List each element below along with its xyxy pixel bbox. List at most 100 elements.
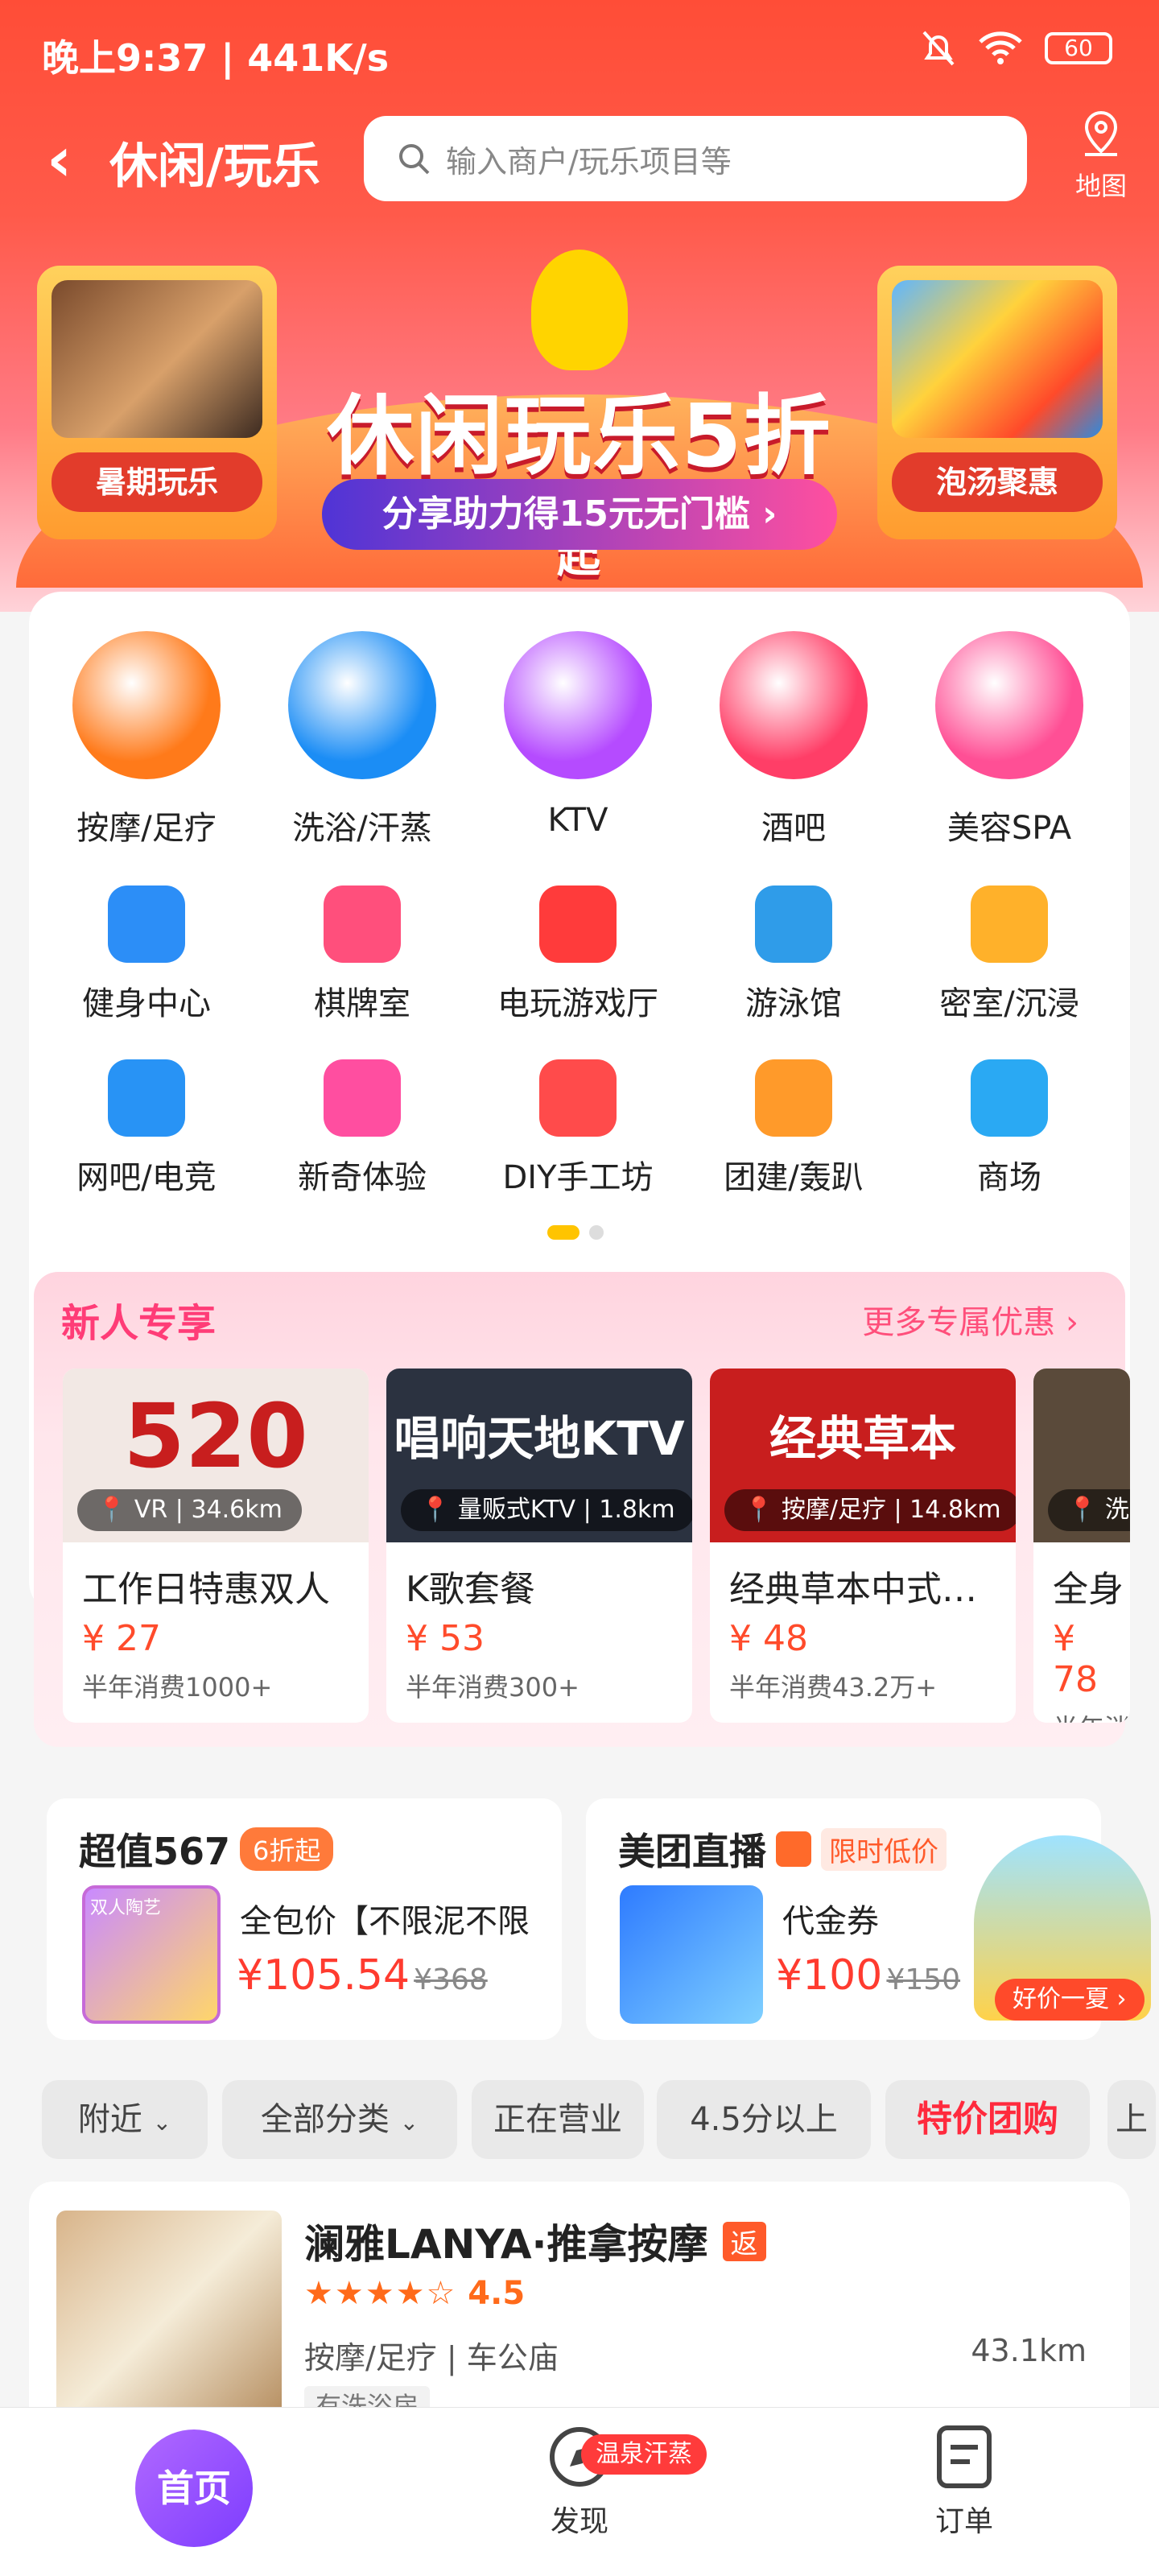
- shop-image: [56, 2211, 282, 2420]
- deal-location: 📍 量贩式KTV | 1.8km: [401, 1489, 692, 1531]
- search-input[interactable]: 输入商户/玩乐项目等: [364, 116, 1027, 201]
- search-placeholder: 输入商户/玩乐项目等: [446, 143, 732, 180]
- promo-card-value[interactable]: 超值567 6折起 双人陶艺 全包价【不限泥不限 ¥105.54 ¥368: [47, 1798, 562, 2040]
- filter-chip[interactable]: 全部分类 ⌄: [222, 2080, 457, 2159]
- promo-left-thumb: 双人陶艺: [82, 1885, 221, 2024]
- subcategory-5[interactable]: 网吧/电竞: [42, 1059, 251, 1198]
- subcategory-label: DIY手工坊: [502, 1159, 654, 1196]
- subcategory-3[interactable]: 游泳馆: [689, 886, 898, 1024]
- promo-right-button[interactable]: 好价一夏 ›: [995, 1979, 1145, 2021]
- mute-bell-icon: [922, 31, 955, 66]
- deal-price: ¥ 48: [729, 1618, 808, 1659]
- deal-image: 📍 洗浴: [1033, 1368, 1130, 1542]
- category-label: 美容SPA: [947, 810, 1072, 847]
- category-2[interactable]: KTV: [473, 631, 683, 839]
- filter-chip[interactable]: 正在营业: [472, 2080, 644, 2159]
- promo-left-item: 全包价【不限泥不限: [240, 1903, 530, 1940]
- subcategory-0[interactable]: 健身中心: [42, 886, 251, 1024]
- deal-card[interactable]: 经典草本 📍 按摩/足疗 | 14.8km 经典草本中式… ¥ 48 半年消费43.2万…: [710, 1368, 1016, 1723]
- category-label: KTV: [547, 802, 608, 839]
- subcategory-6[interactable]: 新奇体验: [258, 1059, 467, 1198]
- deal-image-text: [1033, 1368, 1130, 1401]
- subcategory-8[interactable]: 团建/轰趴: [689, 1059, 898, 1198]
- star-rating-icon: ★★★★☆: [304, 2275, 457, 2312]
- subcategory-icon: [755, 886, 832, 963]
- category-3[interactable]: 酒吧: [689, 631, 898, 848]
- deal-name: 工作日特惠双人: [82, 1569, 330, 1610]
- beer-icon: [720, 631, 868, 779]
- shop-rating-row: ★★★★☆ 4.5: [304, 2275, 525, 2312]
- promo-left-title: 超值567: [79, 1830, 231, 1873]
- shop-title-row: 澜雅LANYA·推拿按摩 返: [304, 2212, 766, 2270]
- status-icons: 60: [921, 29, 1112, 68]
- deal-image: 520 📍 VR | 34.6km: [63, 1368, 369, 1542]
- banner-right-card[interactable]: 泡汤聚惠: [877, 266, 1117, 539]
- promo-right-item: 代金券: [782, 1903, 879, 1940]
- discover-badge: 温泉汗蒸: [581, 2434, 707, 2475]
- back-button[interactable]: ‹: [47, 129, 72, 190]
- promo-right-header: 美团直播 限时低价: [618, 1823, 947, 1876]
- banner-left-card[interactable]: 暑期玩乐: [37, 266, 277, 539]
- chevron-down-icon: ⌄: [152, 2109, 172, 2136]
- banner-subtitle[interactable]: 分享助力得15元无门槛 ›: [322, 479, 837, 550]
- subcategory-4[interactable]: 密室/沉浸: [905, 886, 1114, 1024]
- tab-home[interactable]: 首页: [135, 2429, 253, 2547]
- deal-card[interactable]: 📍 洗浴全身 ¥ 78半年消费: [1033, 1368, 1130, 1723]
- promo-right-title: 美团直播: [618, 1830, 766, 1873]
- page-indicator: [547, 1225, 604, 1240]
- deal-card[interactable]: 唱响天地KTV 📍 量贩式KTV | 1.8km K歌套餐 ¥ 53 半年消费300+: [386, 1368, 692, 1723]
- banner-left-tag: 暑期玩乐: [52, 452, 262, 512]
- newuser-title: 新人专享: [61, 1301, 217, 1346]
- filter-chip[interactable]: 附近 ⌄: [42, 2080, 208, 2159]
- deal-sales: 半年消费300+: [406, 1672, 580, 1703]
- subcategory-9[interactable]: 商场: [905, 1059, 1114, 1198]
- subcategory-label: 密室/沉浸: [939, 985, 1079, 1022]
- newuser-more-link[interactable]: 更多专属优惠 ›: [862, 1296, 1079, 1343]
- filter-chip[interactable]: 上: [1107, 2080, 1156, 2159]
- subcategory-7[interactable]: DIY手工坊: [473, 1059, 683, 1198]
- deal-name: 全身: [1053, 1569, 1124, 1610]
- tab-orders[interactable]: 订单: [843, 2423, 1085, 2540]
- promo-left-badge: 6折起: [240, 1827, 334, 1871]
- category-4[interactable]: 美容SPA: [905, 631, 1114, 848]
- promo-left-header: 超值567 6折起: [79, 1823, 334, 1876]
- filter-chip[interactable]: 特价团购: [885, 2080, 1090, 2159]
- category-label: 酒吧: [761, 810, 826, 847]
- deal-price: ¥ 27: [82, 1618, 161, 1659]
- category-label: 洗浴/汗蒸: [292, 810, 432, 847]
- subcategory-icon: [755, 1059, 832, 1137]
- promo-left-price: ¥105.54 ¥368: [237, 1951, 488, 2000]
- shop-name: 澜雅LANYA·推拿按摩: [304, 2221, 708, 2268]
- search-icon: [399, 144, 430, 175]
- promo-right-price: ¥100 ¥150: [776, 1951, 961, 2000]
- deal-price: ¥ 53: [406, 1618, 485, 1659]
- subcategory-icon: [539, 886, 617, 963]
- subcategory-label: 商场: [977, 1159, 1041, 1196]
- deal-card[interactable]: 520 📍 VR | 34.6km 工作日特惠双人 ¥ 27 半年消费1000+: [63, 1368, 369, 1723]
- map-pin-icon: [1084, 110, 1117, 156]
- live-bars-icon: [776, 1831, 811, 1867]
- footprint-icon: [72, 631, 221, 779]
- subcategory-label: 新奇体验: [298, 1159, 427, 1196]
- promo-right-badge: 限时低价: [821, 1827, 947, 1871]
- subcategory-icon: [971, 886, 1048, 963]
- deal-image: 经典草本 📍 按摩/足疗 | 14.8km: [710, 1368, 1016, 1542]
- subcategory-2[interactable]: 电玩游戏厅: [473, 886, 683, 1024]
- category-1[interactable]: 洗浴/汗蒸: [258, 631, 467, 848]
- wifi-icon: [979, 31, 1022, 64]
- deal-image-text: 经典草本: [769, 1411, 956, 1466]
- deal-name: 经典草本中式…: [729, 1569, 977, 1610]
- subcategory-label: 电玩游戏厅: [497, 985, 658, 1022]
- filter-chip[interactable]: 4.5分以上: [657, 2080, 871, 2159]
- promo-right-thumb: [620, 1885, 763, 2024]
- deal-sales: 半年消费: [1033, 1700, 1130, 1723]
- category-0[interactable]: 按摩/足疗: [42, 631, 251, 848]
- map-button[interactable]: 地图: [1075, 108, 1127, 203]
- deal-sales: 半年消费1000+: [82, 1672, 273, 1703]
- banner-left-image: [52, 280, 262, 438]
- subcategory-1[interactable]: 棋牌室: [258, 886, 467, 1024]
- tab-discover-label: 发现: [550, 2505, 608, 2538]
- face-mask-icon: [935, 631, 1083, 779]
- deal-sales: 半年消费43.2万+: [729, 1672, 938, 1703]
- subcategory-icon: [539, 1059, 617, 1137]
